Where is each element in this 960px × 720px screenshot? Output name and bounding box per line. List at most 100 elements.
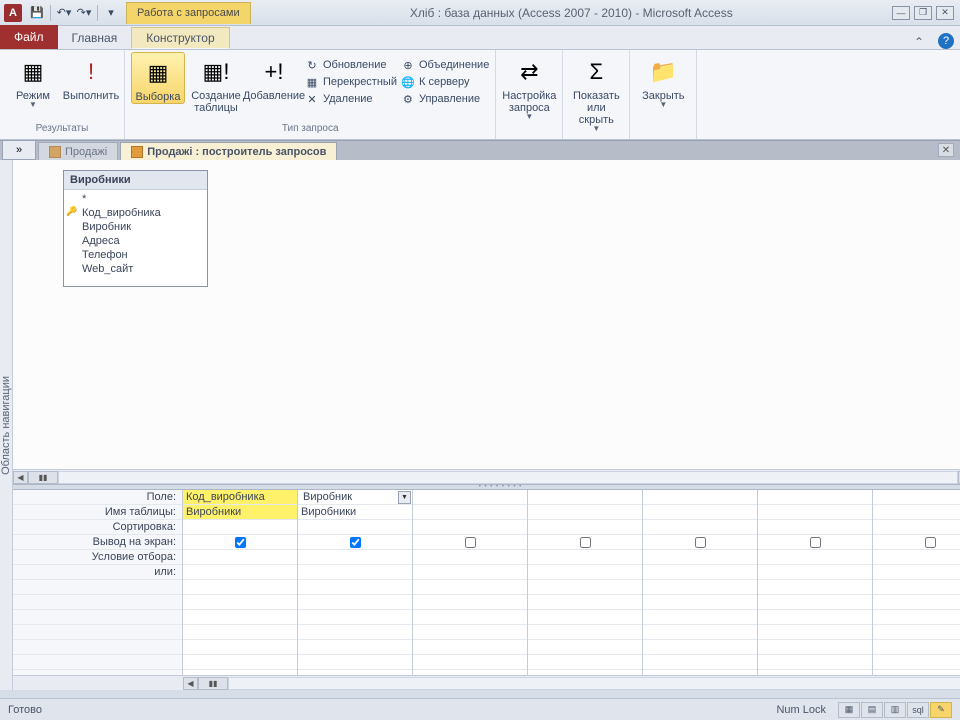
group-results-label: Результаты: [6, 123, 118, 139]
sigma-icon: Σ: [580, 56, 612, 88]
field-star[interactable]: *: [64, 192, 207, 206]
document-tabs: » Продажі Продажі : построитель запросов…: [0, 140, 960, 160]
union-button[interactable]: ⊕Объединение: [401, 58, 489, 72]
show-checkbox[interactable]: [465, 537, 476, 548]
grid-column[interactable]: [413, 490, 528, 675]
query-icon: [131, 146, 143, 158]
redo-icon[interactable]: ↷▾: [75, 4, 93, 22]
close-query-icon: 📁: [647, 56, 679, 88]
cell-field: Код_виробника: [183, 490, 297, 505]
table-field-list-header[interactable]: Виробники: [64, 171, 207, 190]
view-sql-button[interactable]: sql: [907, 702, 929, 718]
datadef-button[interactable]: ⚙Управление: [401, 92, 489, 106]
delete-button[interactable]: ✕Удаление: [305, 92, 397, 106]
view-design-button[interactable]: ✎: [930, 702, 952, 718]
tab-home[interactable]: Главная: [58, 27, 132, 49]
update-icon: ↻: [305, 58, 319, 72]
doc-tab-table[interactable]: Продажі: [38, 142, 118, 160]
field-item[interactable]: Виробник: [64, 220, 207, 234]
crosstab-icon: ▦: [305, 75, 319, 89]
show-checkbox[interactable]: [810, 537, 821, 548]
append-icon: +!: [258, 56, 290, 88]
canvas-hscroll[interactable]: ◀ ▮▮ ▶: [13, 469, 960, 484]
minimize-button[interactable]: —: [892, 6, 910, 20]
contextual-tab-label: Работа с запросами: [126, 2, 251, 24]
passthrough-button[interactable]: 🌐К серверу: [401, 75, 489, 89]
show-checkbox[interactable]: [235, 537, 246, 548]
field-item[interactable]: Телефон: [64, 248, 207, 262]
close-button[interactable]: ✕: [936, 6, 954, 20]
doc-tab-query[interactable]: Продажі : построитель запросов: [120, 142, 337, 160]
design-grid: Поле: Имя таблицы: Сортировка: Вывод на …: [13, 490, 960, 690]
dropdown-icon[interactable]: ▼: [398, 491, 411, 504]
title-bar: A 💾 ↶▾ ↷▾ ▾ Работа с запросами Хліб : ба…: [0, 0, 960, 26]
make-table-icon: ▦!: [200, 56, 232, 88]
show-checkbox[interactable]: [695, 537, 706, 548]
field-key[interactable]: Код_виробника: [64, 206, 207, 220]
cell-field-selected: Виробник: [301, 491, 354, 503]
union-icon: ⊕: [401, 58, 415, 72]
cell-table: Виробники: [298, 505, 412, 520]
tab-design[interactable]: Конструктор: [131, 27, 229, 49]
ribbon: ▦ Режим▼ ! Выполнить Результаты ▦ Выборк…: [0, 50, 960, 140]
make-table-button[interactable]: ▦! Создание таблицы: [189, 52, 243, 114]
view-datasheet-button[interactable]: ▦: [838, 702, 860, 718]
view-button[interactable]: ▦ Режим▼: [6, 52, 60, 109]
view-switcher: ▦ ▤ ▥ sql ✎: [838, 702, 952, 718]
grid-column[interactable]: [643, 490, 758, 675]
update-button[interactable]: ↻Обновление: [305, 58, 397, 72]
tab-file[interactable]: Файл: [0, 25, 58, 49]
grid-column[interactable]: [873, 490, 960, 675]
help-icon[interactable]: ?: [938, 33, 954, 49]
query-design-canvas[interactable]: Виробники * Код_виробника Виробник Адрес…: [13, 160, 960, 484]
passthrough-icon: 🌐: [401, 75, 415, 89]
undo-icon[interactable]: ↶▾: [55, 4, 73, 22]
scroll-left-icon[interactable]: ◀: [13, 471, 28, 484]
datadef-icon: ⚙: [401, 92, 415, 106]
ribbon-tabs: Файл Главная Конструктор ⌃ ?: [0, 26, 960, 50]
field-item[interactable]: Адреса: [64, 234, 207, 248]
delete-icon: ✕: [305, 92, 319, 106]
grid-column[interactable]: [528, 490, 643, 675]
status-numlock: Num Lock: [776, 704, 826, 716]
show-checkbox[interactable]: [350, 537, 361, 548]
restore-button[interactable]: ❐: [914, 6, 932, 20]
doc-close-button[interactable]: ✕: [938, 143, 954, 157]
grid-column-1[interactable]: Код_виробника Виробники: [183, 490, 298, 675]
grid-hscroll[interactable]: ◀ ▮▮ ▶: [13, 675, 960, 690]
cell-table: Виробники: [183, 505, 297, 520]
navigation-pane-collapsed[interactable]: Область навигации: [0, 160, 13, 690]
select-query-button[interactable]: ▦ Выборка: [131, 52, 185, 104]
query-setup-button[interactable]: ⇄ Настройка запроса▼: [502, 52, 556, 121]
minimize-ribbon-icon[interactable]: ⌃: [914, 35, 924, 49]
scroll-left-icon[interactable]: ◀: [183, 677, 198, 690]
window-title: Хліб : база данных (Access 2007 - 2010) …: [251, 6, 892, 20]
crosstab-button[interactable]: ▦Перекрестный: [305, 75, 397, 89]
show-checkbox[interactable]: [580, 537, 591, 548]
qat-customize-icon[interactable]: ▾: [102, 4, 120, 22]
view-chart-button[interactable]: ▥: [884, 702, 906, 718]
query-setup-icon: ⇄: [513, 56, 545, 88]
append-button[interactable]: +! Добавление: [247, 52, 301, 102]
grid-row-headers: Поле: Имя таблицы: Сортировка: Вывод на …: [13, 490, 183, 675]
show-checkbox[interactable]: [925, 537, 936, 548]
nav-pane-toggle[interactable]: »: [2, 140, 36, 160]
table-field-list[interactable]: Виробники * Код_виробника Виробник Адрес…: [63, 170, 208, 287]
view-pivot-button[interactable]: ▤: [861, 702, 883, 718]
save-icon[interactable]: 💾: [28, 4, 46, 22]
group-querytype-label: Тип запроса: [131, 123, 489, 139]
quick-access-toolbar: 💾 ↶▾ ↷▾ ▾: [28, 4, 120, 22]
show-hide-button[interactable]: Σ Показать или скрыть▼: [569, 52, 623, 133]
datasheet-icon: ▦: [17, 56, 49, 88]
main-area: Область навигации Виробники * Код_виробн…: [0, 160, 960, 690]
run-button[interactable]: ! Выполнить: [64, 52, 118, 102]
grid-column[interactable]: [758, 490, 873, 675]
close-query-button[interactable]: 📁 Закрыть▼: [636, 52, 690, 109]
grid-column-2[interactable]: Виробник ▼ Виробники: [298, 490, 413, 675]
table-icon: [49, 146, 61, 158]
status-bar: Готово Num Lock ▦ ▤ ▥ sql ✎: [0, 698, 960, 720]
status-ready: Готово: [8, 704, 42, 716]
select-query-icon: ▦: [142, 57, 174, 89]
app-icon: A: [4, 4, 22, 22]
field-item[interactable]: Web_сайт: [64, 262, 207, 276]
